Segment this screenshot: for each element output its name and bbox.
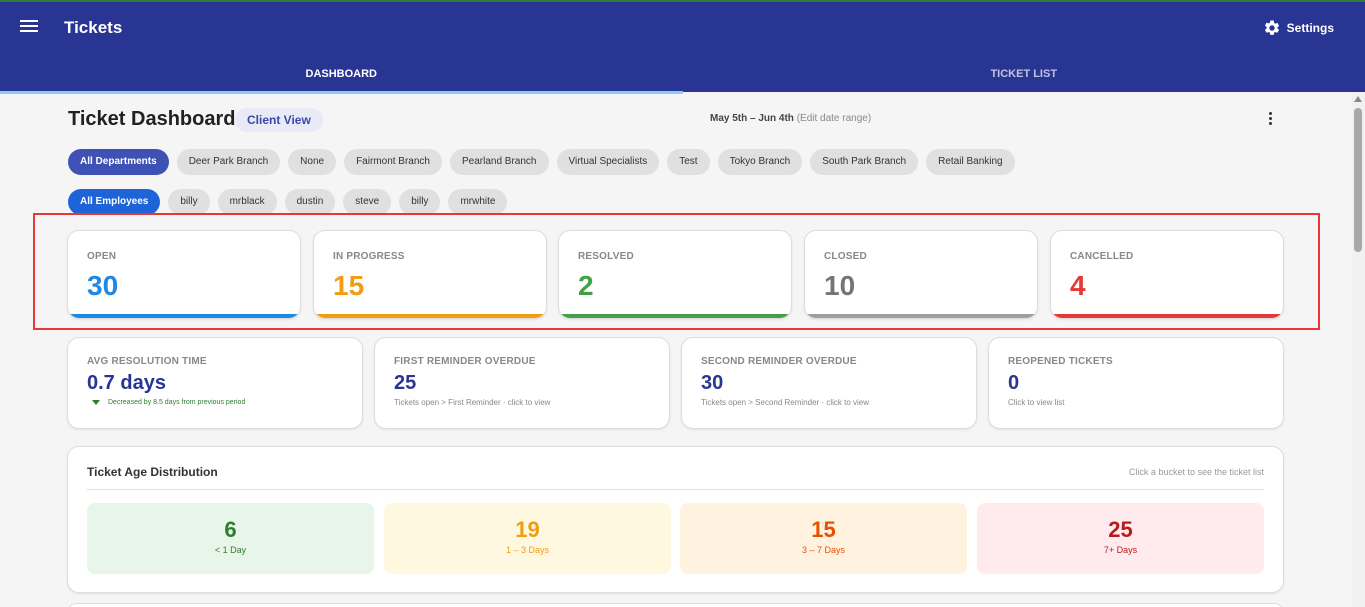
metric-label: AVG RESOLUTION TIME	[87, 356, 207, 367]
chip-employee[interactable]: All Employees	[68, 189, 161, 215]
status-bar	[1051, 314, 1283, 318]
chip-employee[interactable]: mrblack	[217, 189, 277, 215]
metric-label: SECOND REMINDER OVERDUE	[701, 356, 857, 367]
page-title: Ticket Dashboard	[68, 108, 236, 130]
status-bar	[559, 314, 791, 318]
bucket-count: 6	[224, 517, 237, 542]
metric-value: 0	[1008, 372, 1020, 394]
trend-down-icon	[92, 400, 100, 405]
scroll-up-icon[interactable]	[1354, 96, 1362, 102]
metric-sub: Tickets open > First Reminder · click to…	[394, 398, 551, 407]
chip-department[interactable]: All Departments	[68, 149, 169, 175]
status-card-closed[interactable]: CLOSED 10	[804, 230, 1038, 319]
chip-employee[interactable]: steve	[343, 189, 392, 215]
bucket-count: 19	[515, 517, 540, 542]
tab-dashboard[interactable]: DASHBOARD	[0, 58, 683, 94]
status-card-resolved[interactable]: RESOLVED 2	[558, 230, 792, 319]
trend-text: Decreased by 8.5 days from previous peri…	[108, 399, 246, 406]
metric-value: 30	[701, 372, 724, 394]
chip-department[interactable]: Retail Banking	[926, 149, 1015, 175]
next-card	[67, 603, 1284, 607]
status-label: IN PROGRESS	[333, 251, 405, 262]
age-bucket[interactable]: 15 3 – 7 Days	[680, 503, 967, 574]
age-distribution-card: Ticket Age Distribution Click a bucket t…	[67, 446, 1284, 593]
chip-department[interactable]: None	[288, 149, 337, 175]
bucket-range: < 1 Day	[214, 545, 247, 555]
employee-filter: All Employees billy mrblack dustin steve…	[68, 189, 515, 215]
gear-icon	[1264, 20, 1279, 35]
metric-card-first-reminder[interactable]: FIRST REMINDER OVERDUE 25 Tickets open >…	[374, 337, 670, 429]
metric-label: REOPENED TICKETS	[1008, 356, 1113, 367]
age-bucket[interactable]: 19 1 – 3 Days	[384, 503, 671, 574]
scrollbar-thumb[interactable]	[1354, 108, 1362, 252]
app-bar: Tickets Settings DASHBOARD TICKET LIST	[0, 0, 1365, 94]
bucket-count: 15	[811, 517, 836, 542]
status-value: 10	[824, 270, 856, 301]
trend-indicator: Decreased by 8.5 days from previous peri…	[92, 399, 245, 406]
edit-date-range-link[interactable]: (Edit date range)	[797, 113, 872, 124]
chip-department[interactable]: Test	[667, 149, 710, 175]
metric-sub: Click to view list	[1008, 398, 1065, 407]
status-label: RESOLVED	[578, 251, 634, 262]
chip-department[interactable]: Fairmont Branch	[344, 149, 442, 175]
metric-card-second-reminder[interactable]: SECOND REMINDER OVERDUE 30 Tickets open …	[681, 337, 977, 429]
status-value: 2	[578, 270, 594, 301]
divider	[87, 489, 1264, 490]
chip-department[interactable]: Deer Park Branch	[176, 149, 281, 175]
status-value: 30	[87, 270, 119, 301]
chip-employee[interactable]: billy	[399, 189, 441, 215]
bucket-range: 7+ Days	[1103, 545, 1138, 555]
metric-card-reopened[interactable]: REOPENED TICKETS 0 Click to view list	[988, 337, 1284, 429]
status-bar	[68, 314, 300, 318]
menu-icon[interactable]	[20, 20, 38, 34]
chip-department[interactable]: Pearland Branch	[450, 149, 549, 175]
settings-label: Settings	[1286, 21, 1334, 35]
status-card-cancelled[interactable]: CANCELLED 4	[1050, 230, 1284, 319]
metric-value: 25	[394, 372, 417, 394]
chip-department[interactable]: South Park Branch	[810, 149, 919, 175]
status-label: CANCELLED	[1070, 251, 1134, 262]
bucket-range: 1 – 3 Days	[505, 545, 550, 555]
client-view-button[interactable]: Client View	[235, 108, 323, 132]
status-value: 15	[333, 270, 365, 301]
app-title: Tickets	[64, 18, 123, 37]
chip-department[interactable]: Tokyo Branch	[717, 149, 803, 175]
status-label: CLOSED	[824, 251, 867, 262]
status-card-in-progress[interactable]: IN PROGRESS 15	[313, 230, 547, 319]
status-bar	[314, 314, 546, 318]
metric-value: 0.7 days	[87, 372, 166, 394]
metric-label: FIRST REMINDER OVERDUE	[394, 356, 536, 367]
age-bucket[interactable]: 6 < 1 Day	[87, 503, 374, 574]
bucket-count: 25	[1108, 517, 1133, 542]
age-distribution-title: Ticket Age Distribution	[87, 465, 218, 479]
status-value: 4	[1070, 270, 1086, 301]
chip-employee[interactable]: mrwhite	[448, 189, 508, 215]
chip-employee[interactable]: billy	[168, 189, 210, 215]
tab-bar: DASHBOARD TICKET LIST	[0, 58, 1365, 94]
status-card-open[interactable]: OPEN 30	[67, 230, 301, 319]
chip-employee[interactable]: dustin	[284, 189, 336, 215]
age-distribution-hint: Click a bucket to see the ticket list	[1128, 467, 1264, 477]
scrollbar[interactable]	[1352, 92, 1365, 607]
status-bar	[805, 314, 1037, 318]
settings-button[interactable]: Settings	[1263, 19, 1334, 37]
department-filter: All Departments Deer Park Branch None Fa…	[68, 149, 1023, 175]
tab-ticket-list[interactable]: TICKET LIST	[683, 58, 1365, 94]
more-options-icon[interactable]	[1266, 112, 1274, 128]
age-bucket[interactable]: 25 7+ Days	[977, 503, 1264, 574]
bucket-range: 3 – 7 Days	[801, 545, 846, 555]
metric-sub: Tickets open > Second Reminder · click t…	[701, 398, 869, 407]
date-range: May 5th – Jun 4th (Edit date range)	[710, 113, 871, 124]
status-label: OPEN	[87, 251, 117, 262]
chip-department[interactable]: Virtual Specialists	[556, 149, 660, 175]
date-range-value: May 5th – Jun 4th	[710, 113, 794, 124]
metric-card-avg-resolution[interactable]: AVG RESOLUTION TIME 0.7 days Decreased b…	[67, 337, 363, 429]
